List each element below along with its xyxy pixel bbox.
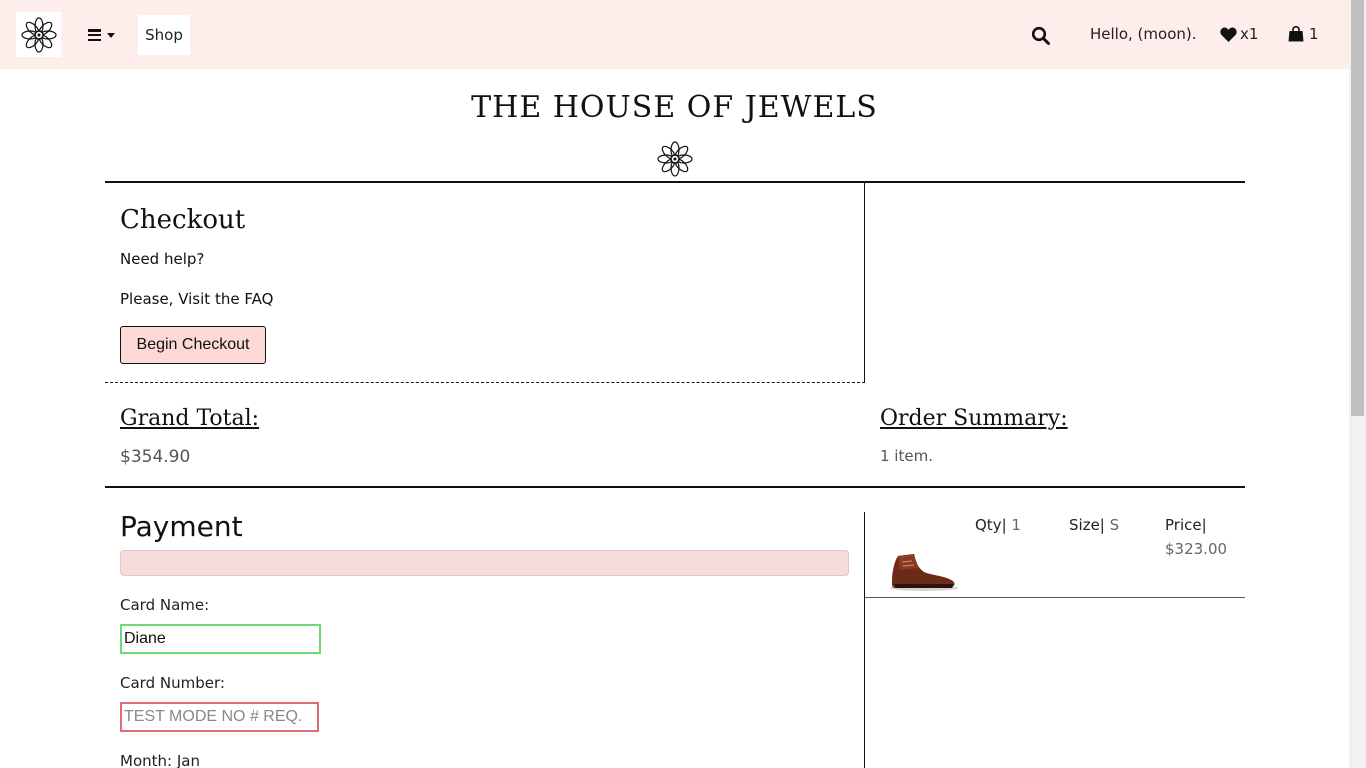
shop-button[interactable]: Shop: [138, 15, 190, 55]
card-name-input[interactable]: [120, 624, 321, 654]
size-value: S: [1109, 516, 1120, 534]
payment-vertical-divider: [864, 512, 865, 768]
price-column: Price|: [1165, 516, 1207, 534]
cart-link[interactable]: 1: [1288, 25, 1319, 43]
card-number-input[interactable]: [120, 702, 319, 732]
price-label: Price|: [1165, 516, 1207, 534]
caret-down-icon: [107, 32, 115, 38]
site-logo[interactable]: [16, 12, 61, 57]
scrollbar-thumb[interactable]: [1351, 0, 1364, 416]
checkout-vertical-divider: [864, 183, 865, 383]
qty-value: 1: [1011, 516, 1021, 534]
page-scrollbar[interactable]: [1349, 0, 1366, 768]
month-label[interactable]: Month: Jan: [120, 752, 200, 768]
card-name-label: Card Name:: [120, 596, 210, 614]
faq-link[interactable]: Please, Visit the FAQ: [120, 290, 273, 308]
product-image-boot[interactable]: [886, 548, 958, 592]
payment-alert-bar: [120, 550, 849, 576]
grand-total-label: Grand Total:: [120, 406, 260, 431]
flower-emblem-icon: [657, 141, 693, 177]
price-value: $323.00: [1165, 540, 1228, 558]
qty-label: Qty|: [975, 516, 1007, 534]
hamburger-icon: [88, 29, 101, 41]
card-number-label: Card Number:: [120, 674, 225, 692]
qty-column: Qty| 1: [975, 516, 1021, 534]
search-icon[interactable]: [1031, 26, 1051, 46]
flower-logo-icon: [20, 16, 57, 53]
order-summary-label: Order Summary:: [880, 406, 1068, 431]
begin-checkout-button[interactable]: Begin Checkout: [120, 326, 266, 364]
cart-count: 1: [1309, 25, 1319, 43]
shopping-bag-icon: [1288, 26, 1304, 42]
heart-icon: [1220, 27, 1237, 42]
grand-total-value: $354.90: [120, 447, 191, 467]
header-divider: [105, 181, 1245, 183]
item-divider: [865, 597, 1245, 598]
need-help-text: Need help?: [120, 250, 205, 268]
size-label: Size|: [1069, 516, 1105, 534]
top-navbar: Shop Hello, (moon). x1 1: [0, 0, 1349, 69]
dashed-divider: [105, 382, 865, 383]
order-summary-value: 1 item.: [880, 447, 933, 465]
user-greeting[interactable]: Hello, (moon).: [1090, 25, 1197, 43]
brand-title: THE HOUSE OF JEWELS: [471, 90, 878, 125]
checkout-title: Checkout: [120, 205, 246, 235]
wishlist-count: x1: [1240, 25, 1259, 43]
payment-title: Payment: [120, 510, 243, 543]
size-column: Size| S: [1069, 516, 1119, 534]
totals-divider: [105, 486, 1245, 488]
menu-dropdown-button[interactable]: [88, 22, 124, 48]
wishlist-link[interactable]: x1: [1220, 25, 1258, 43]
